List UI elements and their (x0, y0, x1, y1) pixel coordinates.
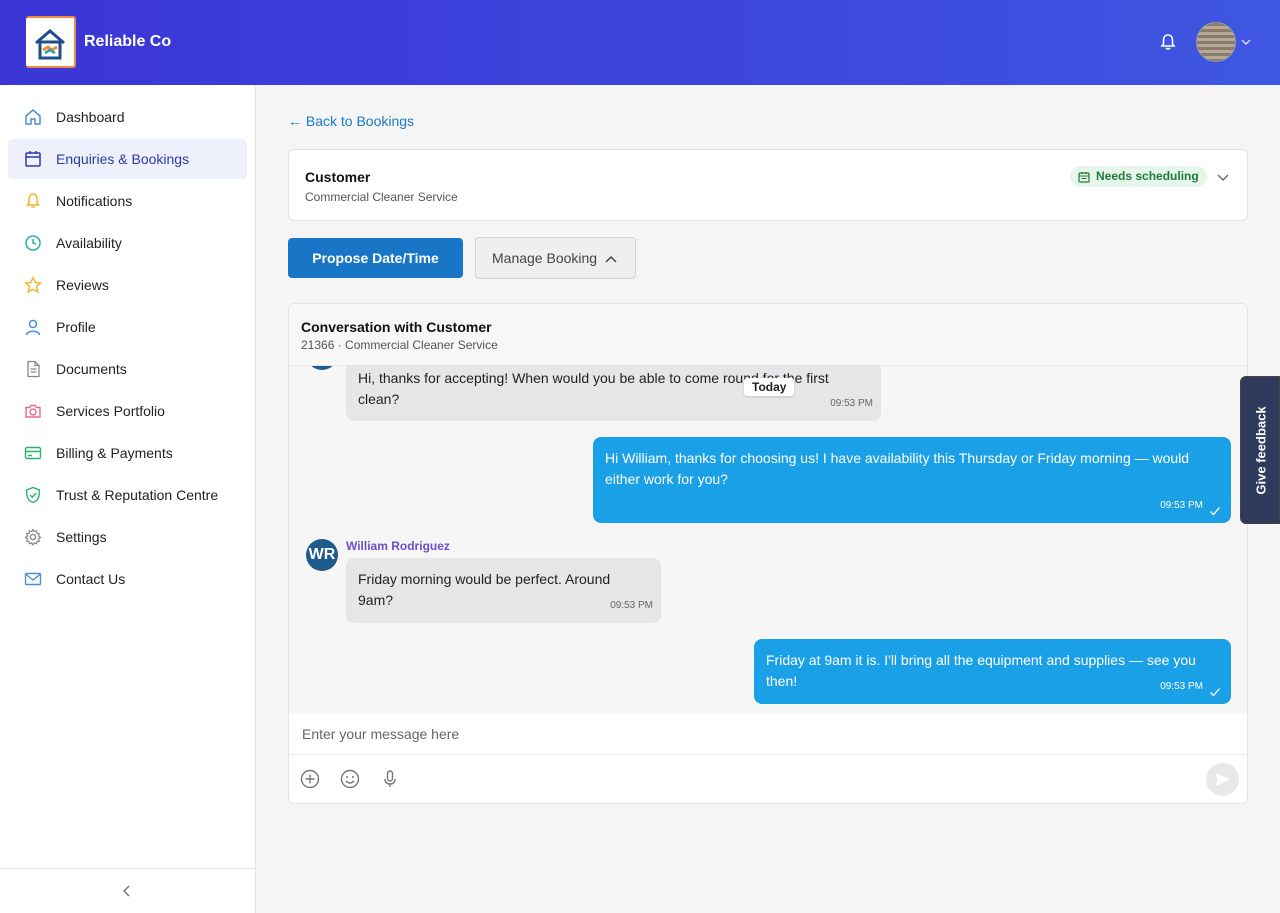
sidebar-item-label: Profile (56, 319, 96, 335)
shield-check-icon (25, 486, 41, 504)
sidebar-item-label: Documents (56, 361, 127, 377)
sidebar-item-label: Notifications (56, 193, 133, 209)
top-header: Reliable Co (0, 0, 1280, 85)
chevron-up-icon (605, 255, 617, 263)
mail-icon (24, 572, 42, 586)
status-label: Needs scheduling (1096, 169, 1199, 183)
send-button[interactable] (1206, 763, 1239, 796)
message-bubble-incoming: Hi, thanks for accepting! When would you… (346, 366, 881, 421)
status-badge: Needs scheduling (1070, 166, 1207, 187)
manage-booking-button[interactable]: Manage Booking (475, 237, 636, 279)
sidebar-item-label: Trust & Reputation Centre (56, 487, 219, 503)
sidebar-item-notifications[interactable]: Notifications (8, 181, 247, 221)
give-feedback-tab[interactable]: Give feedback (1240, 376, 1280, 524)
service-name: Commercial Cleaner Service (305, 190, 458, 204)
bell-icon (26, 193, 40, 208)
message-bubble-outgoing: Friday at 9am it is. I'll bring all the … (754, 639, 1231, 704)
message-input[interactable]: Enter your message here (289, 713, 1247, 755)
sidebar-item-label: Availability (56, 235, 122, 251)
send-icon (1215, 773, 1230, 786)
sidebar-item-label: Services Portfolio (56, 403, 165, 419)
sidebar-item-label: Enquiries & Bookings (56, 151, 190, 167)
give-feedback-label: Give feedback (1253, 406, 1269, 495)
sidebar-item-label: Contact Us (56, 571, 126, 587)
customer-card[interactable]: Customer Commercial Cleaner Service Need… (288, 149, 1248, 221)
message-time: 09:53 PM (1160, 500, 1203, 511)
sidebar-item-label: Settings (56, 529, 107, 545)
avatar[interactable] (1196, 22, 1236, 62)
conversation-title: Conversation with Customer (301, 319, 492, 335)
user-icon (25, 319, 41, 336)
sidebar-item-services-portfolio[interactable]: Services Portfolio (8, 391, 247, 431)
credit-card-icon (24, 446, 42, 460)
message-time: 09:53 PM (1160, 681, 1203, 692)
message-bubble-outgoing: Hi William, thanks for choosing us! I ha… (593, 437, 1231, 523)
sidebar-item-trust-reputation[interactable]: Trust & Reputation Centre (8, 475, 247, 515)
message-list[interactable]: WR Hi, thanks for accepting! When would … (289, 366, 1247, 713)
star-icon (24, 276, 42, 294)
document-icon (27, 360, 40, 378)
message-input-placeholder: Enter your message here (302, 726, 460, 742)
message-toolbar (289, 755, 1247, 803)
gear-icon (24, 528, 42, 546)
sidebar-item-label: Billing & Payments (56, 445, 173, 461)
message-bubble-incoming: Friday morning would be perfect. Around … (346, 558, 661, 623)
sidebar-item-contact-us[interactable]: Contact Us (8, 559, 247, 599)
camera-icon (25, 404, 41, 418)
conversation-subtitle: 21366 · Commercial Cleaner Service (301, 338, 498, 352)
message-text: Friday at 9am it is. I'll bring all the … (766, 652, 1196, 689)
sidebar-item-billing-payments[interactable]: Billing & Payments (8, 433, 247, 473)
bell-icon[interactable] (1158, 32, 1178, 52)
chevron-down-icon[interactable] (1240, 36, 1252, 48)
sidebar-item-settings[interactable]: Settings (8, 517, 247, 557)
message-text: Friday morning would be perfect. Around … (358, 571, 611, 608)
conversation-panel: Conversation with Customer 21366 · Comme… (288, 303, 1248, 804)
add-attachment-icon[interactable] (299, 768, 321, 790)
message-time: 09:53 PM (610, 600, 653, 611)
chevron-left-icon[interactable] (120, 884, 134, 898)
emoji-icon[interactable] (339, 768, 361, 790)
check-icon (1210, 688, 1220, 697)
sidebar-footer (0, 868, 255, 913)
home-icon (25, 109, 41, 125)
sender-name: William Rodriguez (346, 539, 450, 553)
conversation-header: Conversation with Customer 21366 · Comme… (289, 304, 1247, 366)
sidebar-item-enquiries-bookings[interactable]: Enquiries & Bookings (8, 139, 247, 179)
sidebar-item-documents[interactable]: Documents (8, 349, 247, 389)
brand-name: Reliable Co (84, 33, 172, 50)
sidebar-item-dashboard[interactable]: Dashboard (8, 97, 247, 137)
chevron-down-icon[interactable] (1216, 170, 1230, 184)
house-handshake-logo-icon (35, 29, 65, 60)
sender-avatar: WR (306, 366, 338, 370)
back-to-bookings-link[interactable]: ← Back to Bookings (288, 113, 414, 129)
date-divider: Today (744, 378, 795, 396)
manage-booking-label: Manage Booking (492, 250, 598, 266)
sidebar: Dashboard Enquiries & Bookings Notificat… (0, 85, 256, 913)
calendar-icon (25, 151, 41, 167)
calendar-icon (1078, 172, 1090, 183)
sidebar-item-availability[interactable]: Availability (8, 223, 247, 263)
message-time: 09:53 PM (830, 398, 873, 409)
sidebar-item-label: Dashboard (56, 109, 125, 125)
sender-avatar: WR (306, 539, 338, 571)
brand-logo[interactable] (26, 16, 76, 68)
sidebar-item-label: Reviews (56, 277, 109, 293)
propose-date-time-button[interactable]: Propose Date/Time (288, 238, 463, 278)
clock-icon (25, 235, 41, 251)
message-text: Hi William, thanks for choosing us! I ha… (605, 450, 1190, 487)
sidebar-item-reviews[interactable]: Reviews (8, 265, 247, 305)
sidebar-item-profile[interactable]: Profile (8, 307, 247, 347)
microphone-icon[interactable] (379, 768, 401, 790)
customer-title: Customer (305, 169, 371, 185)
check-icon (1210, 507, 1220, 516)
